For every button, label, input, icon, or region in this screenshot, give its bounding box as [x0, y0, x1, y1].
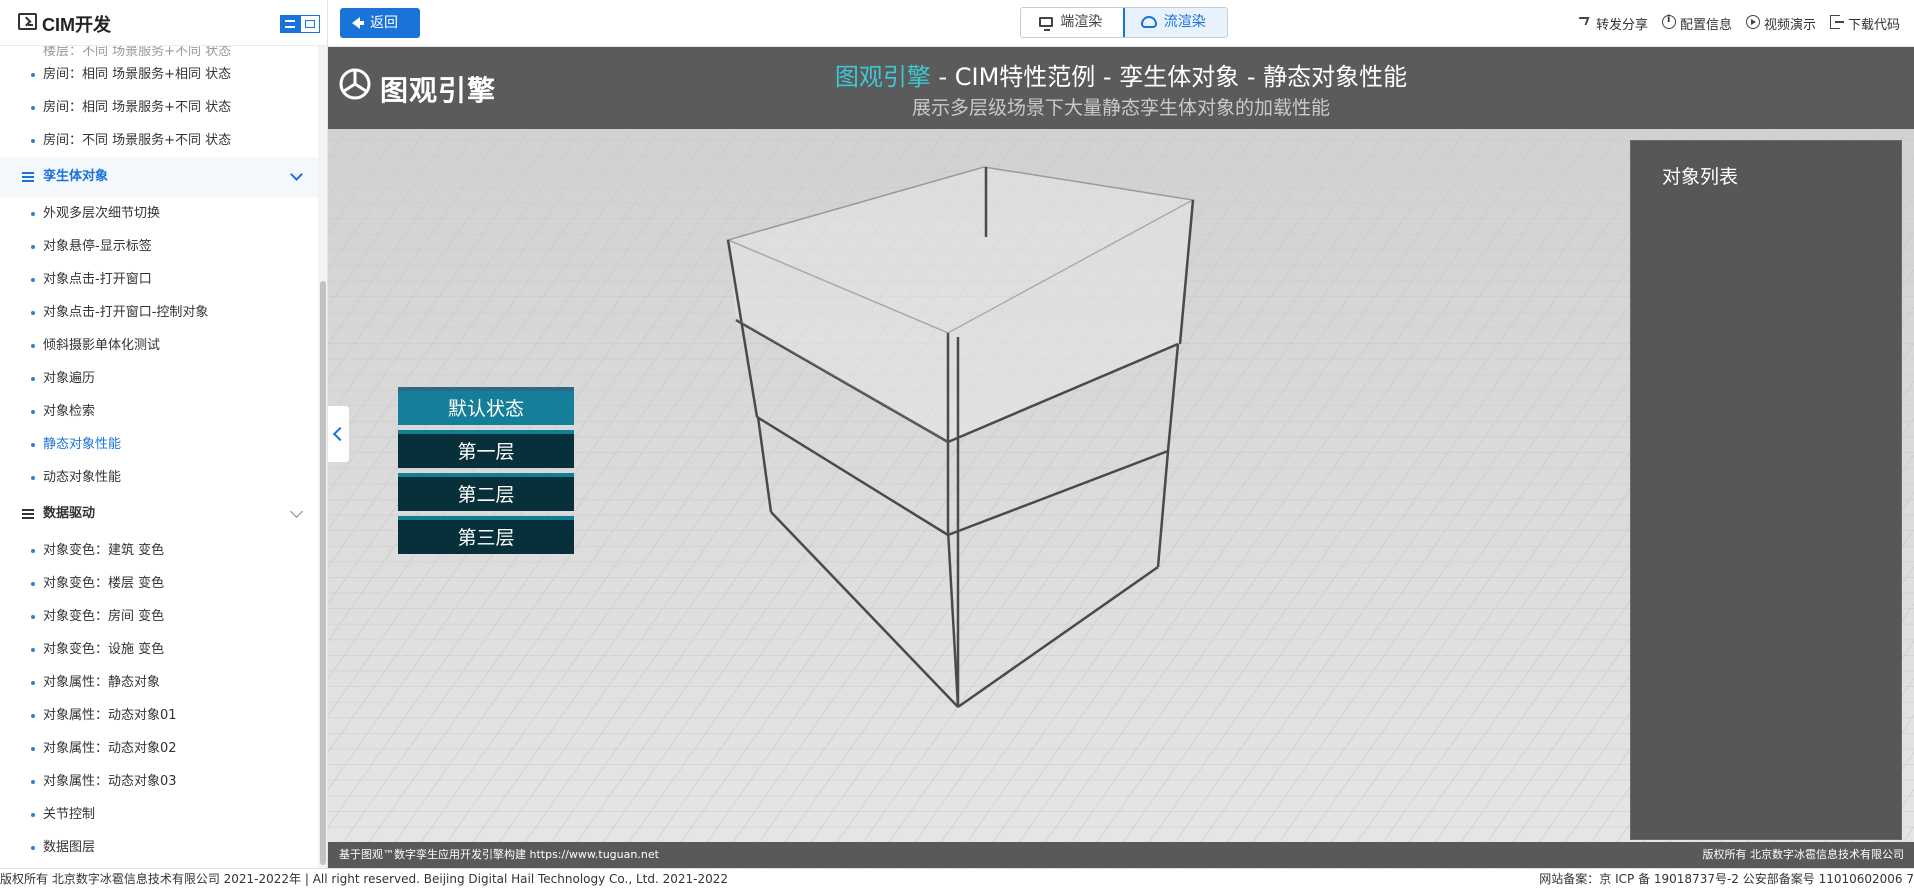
sidebar-item[interactable]: 关节控制 — [0, 798, 318, 831]
engine-credit: 基于图观™数字孪生应用开发引擎构建 https://www.tuguan.net — [339, 848, 659, 861]
sidebar-item[interactable]: 对象变色：建筑 变色 — [0, 534, 318, 567]
sidebar-item[interactable]: 对象遍历 — [0, 362, 318, 395]
floor-button-default[interactable]: 默认状态 — [398, 387, 574, 425]
play-icon — [1745, 15, 1760, 29]
icp-record[interactable]: 网站备案：京 ICP 备 19018737号-2 公安部备案号 11010602… — [1539, 869, 1914, 889]
group-label: 数据驱动 — [43, 506, 96, 521]
card-view-icon[interactable] — [300, 15, 320, 33]
sidebar-item[interactable]: 对象悬停-显示标签 — [0, 230, 318, 263]
stream-render-label: 流渲染 — [1163, 14, 1206, 30]
share-icon — [1576, 17, 1590, 25]
list-icon — [22, 509, 34, 519]
sidebar-item[interactable]: 对象变色：房间 变色 — [0, 600, 318, 633]
sidebar-item[interactable]: 对象属性：动态对象01 — [0, 699, 318, 732]
floor-button-3[interactable]: 第三层 — [398, 516, 574, 554]
config-label: 配置信息 — [1679, 18, 1732, 33]
sidebar-menu: 楼层：不同 场景服务+不同 状态 房间：相同 场景服务+相同 状态 房间：相同 … — [0, 46, 318, 868]
floor-selector: 默认状态 第一层 第二层 第三层 — [398, 387, 574, 559]
title-accent: 图观引擎 — [834, 63, 931, 91]
sidebar-item[interactable]: 对象检索 — [0, 395, 318, 428]
status-bar: 版权所有 北京数字冰雹信息技术有限公司 2021-2022年 | All rig… — [0, 868, 1914, 889]
scrollbar-thumb[interactable] — [320, 281, 326, 865]
sidebar-item-cut[interactable]: 楼层：不同 场景服务+不同 状态 — [0, 46, 318, 58]
client-render-button[interactable]: 端渲染 — [1021, 8, 1124, 37]
sidebar-item[interactable]: 对象属性：动态对象03 — [0, 765, 318, 798]
title-rest: - CIM特性范例 - 孪生体对象 - 静态对象性能 — [930, 63, 1408, 91]
sidebar-item[interactable]: 对象变色：设施 变色 — [0, 633, 318, 666]
sidebar-item[interactable]: 外观多层次细节切换 — [0, 197, 318, 230]
group-label: 孪生体对象 — [43, 169, 109, 184]
download-icon — [1829, 15, 1844, 29]
sidebar-item[interactable]: 对象点击-打开窗口 — [0, 263, 318, 296]
sidebar-item[interactable]: 倾斜摄影单体化测试 — [0, 329, 318, 362]
sidebar-item[interactable]: 对象属性：静态对象 — [0, 666, 318, 699]
sidebar-item[interactable]: 房间：相同 场景服务+相同 状态 — [0, 58, 318, 91]
back-label: 返回 — [370, 15, 398, 31]
chevron-left-icon — [332, 426, 348, 442]
chevron-down-icon — [290, 505, 303, 518]
terminal-icon — [18, 13, 37, 30]
sidebar-group-twin[interactable]: 孪生体对象 — [0, 157, 318, 197]
client-render-label: 端渲染 — [1060, 14, 1103, 30]
sidebar-item[interactable]: 对象点击-打开窗口-控制对象 — [0, 296, 318, 329]
list-icon — [22, 172, 34, 182]
sidebar-item-active[interactable]: 静态对象性能 — [0, 428, 318, 461]
object-list-panel[interactable]: 对象列表 — [1630, 140, 1902, 840]
cloud-icon — [1140, 16, 1157, 28]
info-icon — [1661, 14, 1676, 29]
download-link[interactable]: 下载代码 — [1829, 14, 1900, 33]
chevron-down-icon — [290, 168, 303, 181]
floor-button-1[interactable]: 第一层 — [398, 430, 574, 468]
view-toggle[interactable] — [280, 15, 320, 33]
top-links: 转发分享 配置信息 视频演示 下载代码 — [1576, 0, 1914, 47]
back-button[interactable]: 返回 — [340, 8, 420, 38]
download-label: 下载代码 — [1847, 18, 1900, 33]
video-label: 视频演示 — [1763, 18, 1816, 33]
viewport-copyright: 版权所有 北京数字冰雹信息技术有限公司 — [1702, 848, 1905, 861]
object-list-title: 对象列表 — [1662, 166, 1739, 188]
sidebar: CIM开发 楼层：不同 场景服务+不同 状态 房间：相同 场景服务+相同 状态 … — [0, 0, 328, 868]
sidebar-title: CIM开发 — [42, 15, 111, 35]
floor-button-2[interactable]: 第二层 — [398, 473, 574, 511]
render-mode-toggle: 端渲染 流渲染 — [1020, 7, 1228, 38]
sidebar-item[interactable]: 房间：相同 场景服务+不同 状态 — [0, 91, 318, 124]
share-link[interactable]: 转发分享 — [1576, 14, 1648, 33]
sidebar-item[interactable]: 对象变色：楼层 变色 — [0, 567, 318, 600]
sidebar-scrollbar[interactable] — [318, 46, 327, 868]
page-subtitle: 展示多层级场景下大量静态孪生体对象的加载性能 — [911, 97, 1330, 119]
config-link[interactable]: 配置信息 — [1661, 14, 1732, 33]
top-toolbar: 返回 端渲染 流渲染 转发分享 配置信息 视频演示 下载代码 — [328, 0, 1914, 47]
title-banner: 图观引擎 图观引擎 - CIM特性范例 - 孪生体对象 - 静态对象性能 展示多… — [328, 47, 1914, 129]
sidebar-item[interactable]: 房间：不同 场景服务+不同 状态 — [0, 124, 318, 157]
page-title: 图观引擎 - CIM特性范例 - 孪生体对象 - 静态对象性能 — [328, 57, 1914, 92]
monitor-icon — [1039, 17, 1053, 31]
copyright-text: 版权所有 北京数字冰雹信息技术有限公司 2021-2022年 | All rig… — [0, 872, 729, 886]
sidebar-collapse-button[interactable] — [328, 405, 350, 463]
sidebar-item[interactable]: 对象属性：动态对象02 — [0, 732, 318, 765]
scene-viewport[interactable]: 图观引擎 图观引擎 - CIM特性范例 - 孪生体对象 - 静态对象性能 展示多… — [328, 47, 1914, 868]
sidebar-item[interactable]: 数据图层 — [0, 831, 318, 864]
video-link[interactable]: 视频演示 — [1745, 14, 1816, 33]
back-arrow-icon — [352, 17, 364, 29]
sidebar-item[interactable]: 动态对象性能 — [0, 461, 318, 494]
viewport-footer: 基于图观™数字孪生应用开发引擎构建 https://www.tuguan.net… — [328, 842, 1914, 868]
app-root: CIM开发 楼层：不同 场景服务+不同 状态 房间：相同 场景服务+相同 状态 … — [0, 0, 1914, 889]
list-view-icon[interactable] — [280, 15, 300, 33]
sidebar-header: CIM开发 — [0, 0, 327, 46]
sidebar-group-data[interactable]: 数据驱动 — [0, 494, 318, 534]
share-label: 转发分享 — [1595, 18, 1648, 33]
stream-render-button[interactable]: 流渲染 — [1122, 8, 1227, 37]
